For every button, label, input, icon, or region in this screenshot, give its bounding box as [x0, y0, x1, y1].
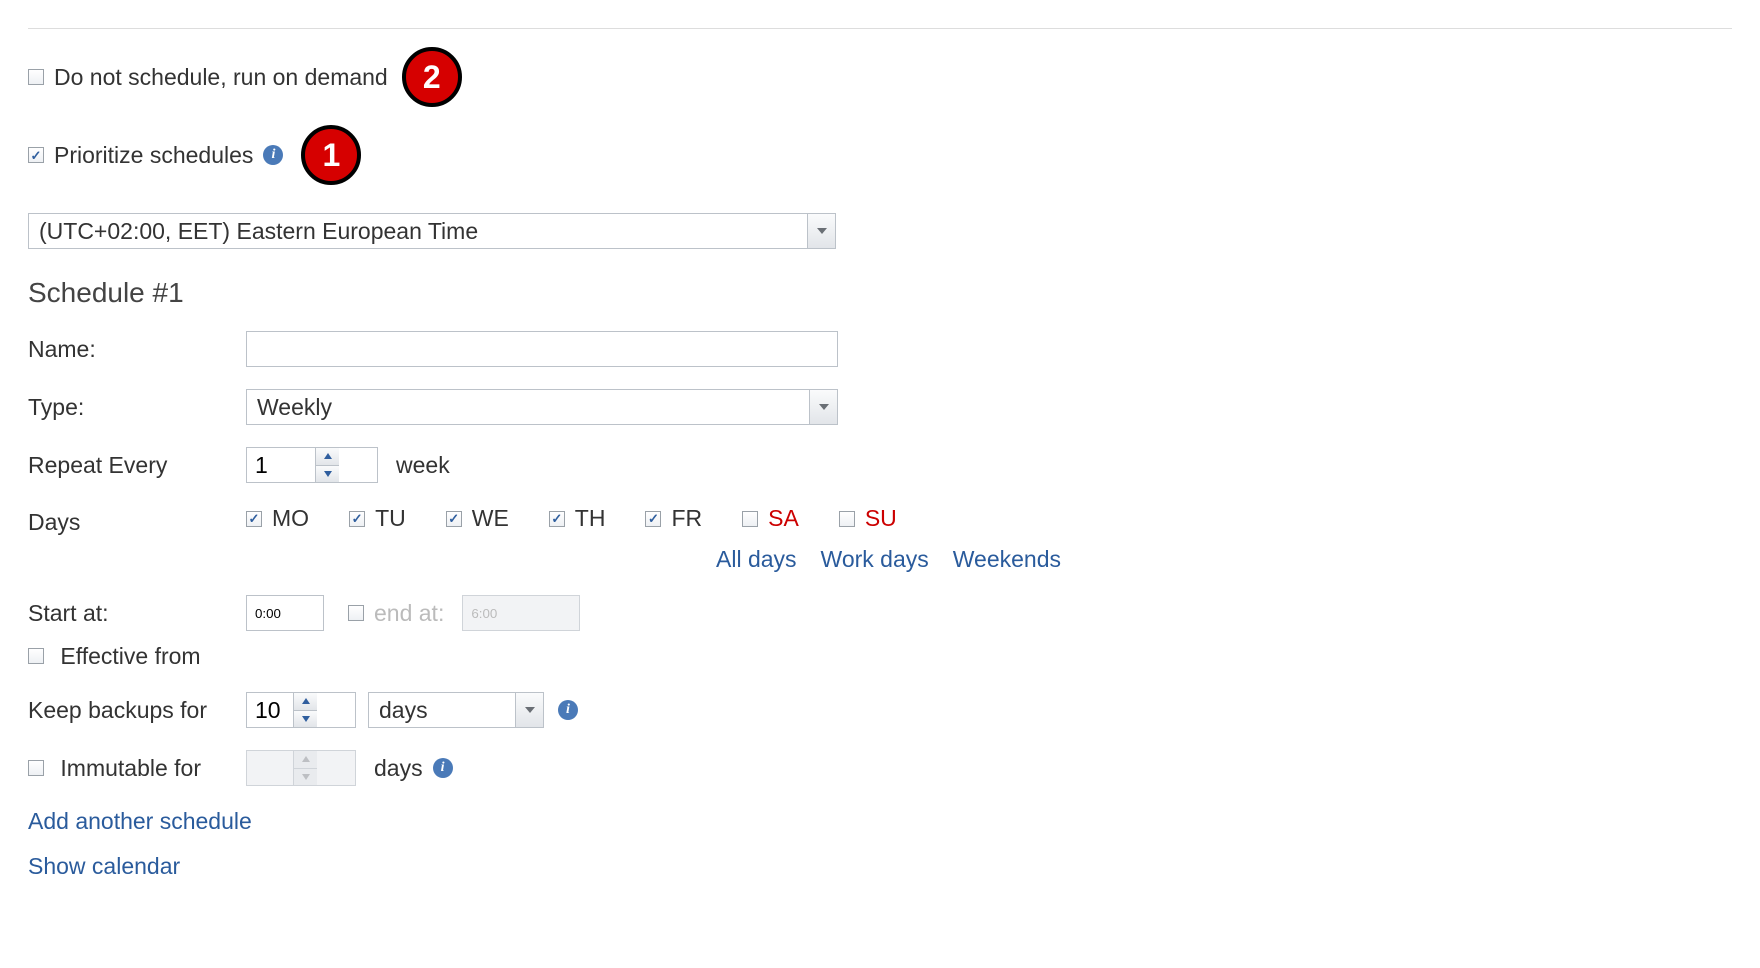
type-label: Type:: [28, 394, 246, 421]
do-not-schedule-checkbox[interactable]: [28, 69, 44, 85]
immutable-for-checkbox[interactable]: [28, 760, 44, 776]
effective-from-checkbox[interactable]: [28, 648, 44, 664]
day-checkbox[interactable]: [549, 511, 565, 527]
end-at-input: [462, 595, 580, 631]
all-days-link[interactable]: All days: [716, 546, 797, 573]
immutable-unit: days: [374, 755, 423, 782]
chevron-down-icon: [515, 693, 543, 727]
stepper-down-icon: [294, 768, 317, 786]
repeat-unit: week: [396, 452, 450, 479]
day-label: FR: [671, 505, 702, 532]
day-checkbox[interactable]: [246, 511, 262, 527]
chevron-down-icon: [809, 390, 837, 424]
immutable-for-input: [247, 751, 293, 785]
stepper-up-icon[interactable]: [316, 448, 339, 465]
repeat-every-input[interactable]: [247, 448, 315, 482]
add-schedule-link[interactable]: Add another schedule: [28, 808, 1732, 835]
prioritize-schedules-checkbox[interactable]: [28, 147, 44, 163]
immutable-for-label: Immutable for: [60, 755, 201, 781]
effective-from-label: Effective from: [60, 643, 200, 669]
keep-backups-input[interactable]: [247, 693, 293, 727]
day-su[interactable]: SU: [839, 505, 897, 532]
day-label: SU: [865, 505, 897, 532]
badge-2: 2: [402, 47, 462, 107]
keep-unit-select[interactable]: days: [368, 692, 544, 728]
info-icon[interactable]: i: [263, 145, 283, 165]
days-row: MO TU WE TH FR SA SU: [246, 505, 1061, 532]
prioritize-schedules-label: Prioritize schedules: [54, 142, 253, 169]
day-checkbox[interactable]: [349, 511, 365, 527]
schedule-title: Schedule #1: [28, 277, 1732, 309]
do-not-schedule-label: Do not schedule, run on demand: [54, 64, 388, 91]
end-at-label: end at:: [374, 600, 444, 627]
weekends-link[interactable]: Weekends: [953, 546, 1061, 573]
info-icon[interactable]: i: [558, 700, 578, 720]
day-checkbox[interactable]: [446, 511, 462, 527]
day-label: TH: [575, 505, 606, 532]
day-label: MO: [272, 505, 309, 532]
stepper-up-icon: [294, 751, 317, 768]
type-value: Weekly: [247, 394, 809, 421]
show-calendar-link[interactable]: Show calendar: [28, 853, 1732, 880]
day-we[interactable]: WE: [446, 505, 509, 532]
name-input[interactable]: [246, 331, 838, 367]
stepper-down-icon[interactable]: [294, 710, 317, 728]
info-icon[interactable]: i: [433, 758, 453, 778]
day-mo[interactable]: MO: [246, 505, 309, 532]
day-label: SA: [768, 505, 799, 532]
day-sa[interactable]: SA: [742, 505, 799, 532]
day-fr[interactable]: FR: [645, 505, 702, 532]
day-checkbox[interactable]: [742, 511, 758, 527]
keep-backups-label: Keep backups for: [28, 697, 246, 724]
name-label: Name:: [28, 336, 246, 363]
type-select[interactable]: Weekly: [246, 389, 838, 425]
day-checkbox[interactable]: [645, 511, 661, 527]
start-at-input[interactable]: [246, 595, 324, 631]
day-checkbox[interactable]: [839, 511, 855, 527]
repeat-every-label: Repeat Every: [28, 452, 246, 479]
badge-1: 1: [301, 125, 361, 185]
timezone-select[interactable]: (UTC+02:00, EET) Eastern European Time: [28, 213, 836, 249]
immutable-for-stepper: [246, 750, 356, 786]
repeat-every-stepper[interactable]: [246, 447, 378, 483]
day-tu[interactable]: TU: [349, 505, 406, 532]
day-label: TU: [375, 505, 406, 532]
chevron-down-icon: [807, 214, 835, 248]
keep-unit-value: days: [369, 697, 515, 724]
stepper-up-icon[interactable]: [294, 693, 317, 710]
work-days-link[interactable]: Work days: [821, 546, 929, 573]
keep-backups-stepper[interactable]: [246, 692, 356, 728]
day-th[interactable]: TH: [549, 505, 606, 532]
stepper-down-icon[interactable]: [316, 465, 339, 483]
day-label: WE: [472, 505, 509, 532]
start-at-label: Start at:: [28, 600, 246, 627]
timezone-value: (UTC+02:00, EET) Eastern European Time: [29, 218, 807, 245]
end-at-checkbox[interactable]: [348, 605, 364, 621]
days-label: Days: [28, 505, 246, 536]
